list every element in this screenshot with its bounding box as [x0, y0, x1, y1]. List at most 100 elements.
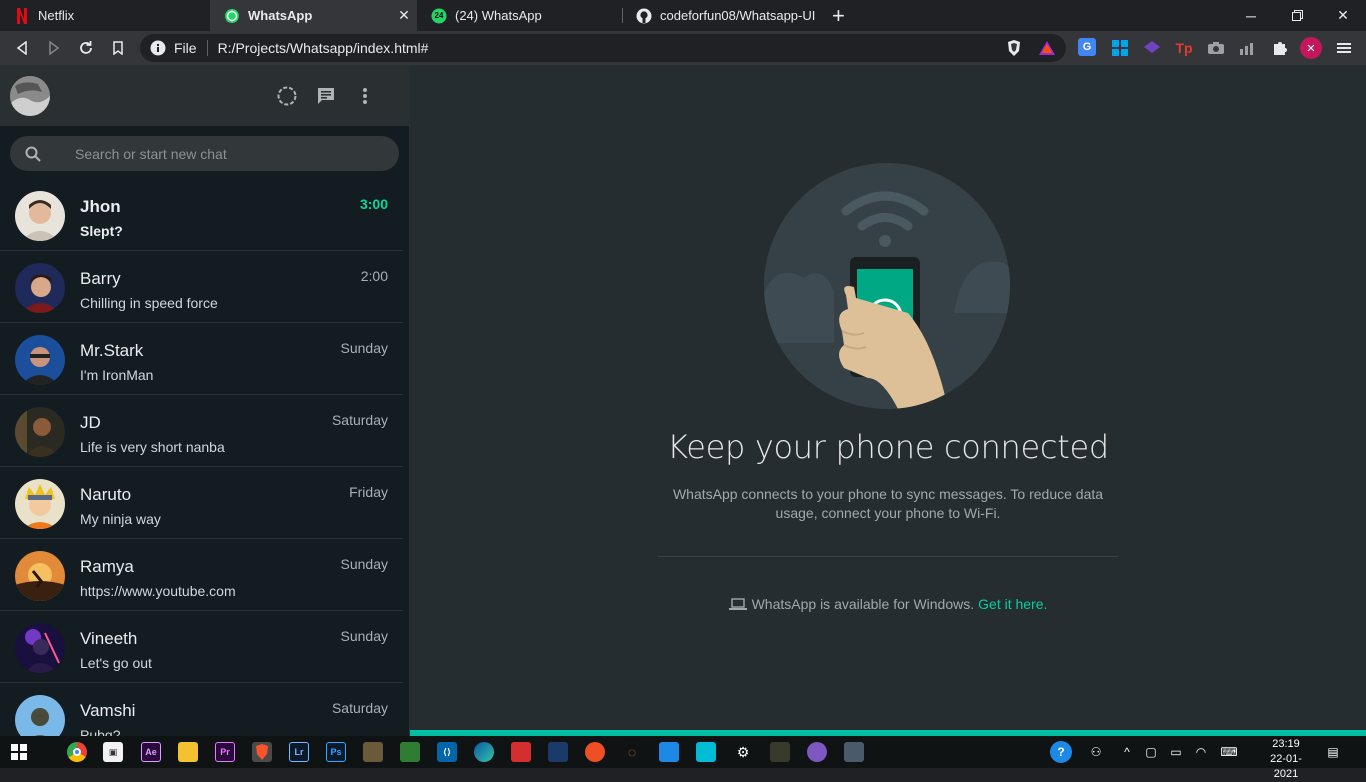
avatar	[15, 479, 65, 529]
badge-count: 24	[434, 11, 444, 20]
start-windows-icon[interactable]	[9, 742, 29, 762]
avatar	[15, 191, 65, 241]
chat-row-vamshi[interactable]: Vamshi Pubg? Saturday	[0, 683, 403, 736]
people-tray-icon[interactable]: ⚇	[1088, 744, 1104, 760]
chrome-taskbar-icon[interactable]	[67, 742, 87, 762]
chevron-up-icon[interactable]: ^	[1119, 744, 1135, 760]
phone-connected-illustration	[764, 163, 1010, 409]
help-tray-icon[interactable]: ?	[1050, 741, 1072, 763]
sidebar-header	[0, 65, 409, 126]
app-taskbar-icon-8[interactable]	[770, 742, 790, 762]
brave-taskbar-icon[interactable]	[252, 742, 272, 762]
tab-title: (24) WhatsApp	[455, 8, 542, 23]
reload-icon[interactable]	[75, 37, 97, 59]
app-taskbar-icon-1[interactable]	[363, 742, 383, 762]
avatar	[15, 695, 65, 736]
stats-extension-icon[interactable]	[1238, 38, 1258, 58]
store-taskbar-icon[interactable]: ▣	[103, 742, 123, 762]
menu-dots-icon[interactable]	[353, 84, 377, 108]
app-taskbar-icon-5[interactable]	[585, 742, 605, 762]
bookmark-icon[interactable]	[107, 37, 129, 59]
battery-icon[interactable]: ▭	[1168, 744, 1184, 760]
chat-time: Sunday	[340, 628, 388, 644]
browser-menu-icon[interactable]	[1334, 38, 1354, 58]
get-it-here-link[interactable]: Get it here.	[978, 596, 1047, 612]
translate-extension-icon[interactable]: G	[1078, 38, 1096, 56]
tab-github[interactable]: codeforfun08/Whatsapp-UI	[622, 0, 827, 31]
photoshop-taskbar-icon[interactable]: Ps	[326, 742, 346, 762]
address-bar[interactable]: File R:/Projects/Whatsapp/index.html#	[140, 34, 1066, 62]
chat-last-message: https://www.youtube.com	[80, 583, 236, 599]
close-tab-icon[interactable]: ✕	[397, 8, 411, 22]
after-effects-taskbar-icon[interactable]: Ae	[141, 742, 161, 762]
chat-time: Sunday	[340, 340, 388, 356]
new-chat-icon[interactable]	[314, 84, 338, 108]
url-text[interactable]: R:/Projects/Whatsapp/index.html#	[218, 40, 429, 56]
tab-whatsapp[interactable]: WhatsApp ✕	[210, 0, 417, 31]
chat-row-naruto[interactable]: Naruto My ninja way Friday	[0, 467, 403, 539]
back-icon[interactable]	[11, 37, 33, 59]
avatar	[15, 407, 65, 457]
chat-row-barry[interactable]: Barry Chilling in speed force 2:00	[0, 251, 403, 323]
chat-row-jd[interactable]: JD Life is very short nanba Saturday	[0, 395, 403, 467]
forward-icon[interactable]	[43, 37, 65, 59]
chat-list-scrollbar[interactable]	[403, 179, 409, 736]
jupyter-taskbar-icon[interactable]: ◌	[622, 742, 642, 762]
clock-time: 23:19	[1272, 738, 1300, 750]
info-icon[interactable]	[150, 40, 166, 56]
app-taskbar-icon-7[interactable]	[696, 742, 716, 762]
app-taskbar-icon-10[interactable]	[844, 742, 864, 762]
intro-title: Keep your phone connected	[667, 428, 1109, 466]
chat-name: JD	[80, 413, 101, 432]
system-clock[interactable]: 23:19 22-01-2021	[1258, 737, 1314, 782]
settings-taskbar-icon[interactable]: ⚙	[733, 742, 753, 762]
profile-avatar[interactable]	[10, 76, 50, 116]
chat-row-mr-stark[interactable]: Mr.Stark I'm IronMan Sunday	[0, 323, 403, 395]
whatsapp-badge-icon: 24	[431, 8, 447, 24]
app-taskbar-icon-2[interactable]	[400, 742, 420, 762]
tab-title: WhatsApp	[248, 8, 313, 23]
brave-rewards-icon[interactable]	[1037, 38, 1057, 58]
vscode-taskbar-icon[interactable]: ⟨⟩	[437, 742, 457, 762]
status-icon[interactable]	[275, 84, 299, 108]
search-box[interactable]	[10, 136, 399, 171]
edge-taskbar-icon[interactable]	[474, 742, 494, 762]
chat-row-ramya[interactable]: Ramya https://www.youtube.com Sunday	[0, 539, 403, 611]
search-input[interactable]	[75, 145, 375, 162]
file-explorer-taskbar-icon[interactable]	[178, 742, 198, 762]
chat-last-message: I'm IronMan	[80, 367, 154, 383]
tab-netflix[interactable]: Netflix	[0, 0, 210, 31]
camera-extension-icon[interactable]	[1206, 38, 1226, 58]
camera-tray-icon[interactable]: ▢	[1143, 744, 1159, 760]
chat-row-vineeth[interactable]: Vineeth Let's go out Sunday	[0, 611, 403, 683]
windows-text: WhatsApp is available for Windows.	[751, 596, 975, 612]
app-taskbar-icon-6[interactable]	[659, 742, 679, 762]
intro-panel: Keep your phone connected WhatsApp conne…	[410, 65, 1366, 736]
extensions-puzzle-icon[interactable]	[1270, 38, 1290, 58]
windows-extension-icon[interactable]	[1110, 38, 1130, 58]
browser-toolbar: File R:/Projects/Whatsapp/index.html# G …	[0, 31, 1366, 65]
wifi-icon[interactable]: ◠	[1193, 744, 1209, 760]
new-tab-button[interactable]: +	[830, 0, 854, 31]
address-divider	[206, 40, 208, 56]
intro-description: WhatsApp connects to your phone to sync …	[672, 486, 1104, 521]
app-taskbar-icon-9[interactable]	[807, 742, 827, 762]
app-taskbar-icon-4[interactable]	[548, 742, 568, 762]
minimize-button[interactable]: ─	[1228, 0, 1274, 31]
search-icon[interactable]	[25, 146, 41, 162]
keyboard-icon[interactable]: ⌨	[1218, 744, 1240, 760]
tp-extension-icon[interactable]: Tp	[1174, 38, 1194, 58]
brave-shields-icon[interactable]	[1004, 38, 1024, 58]
tab-whatsapp-notifications[interactable]: 24 (24) WhatsApp	[417, 0, 622, 31]
restore-button[interactable]	[1274, 0, 1320, 31]
profile-avatar-icon[interactable]: ✕	[1300, 37, 1322, 59]
close-window-button[interactable]: ✕	[1320, 0, 1366, 31]
layers-extension-icon[interactable]	[1142, 38, 1162, 58]
lightroom-taskbar-icon[interactable]: Lr	[289, 742, 309, 762]
chat-row-jhon[interactable]: Jhon Slept? 3:00	[0, 179, 403, 251]
chat-name: Vineeth	[80, 629, 138, 648]
app-taskbar-icon-3[interactable]	[511, 742, 531, 762]
chat-time: Saturday	[331, 700, 388, 716]
premiere-taskbar-icon[interactable]: Pr	[215, 742, 235, 762]
notifications-icon[interactable]: ▤	[1325, 744, 1341, 760]
